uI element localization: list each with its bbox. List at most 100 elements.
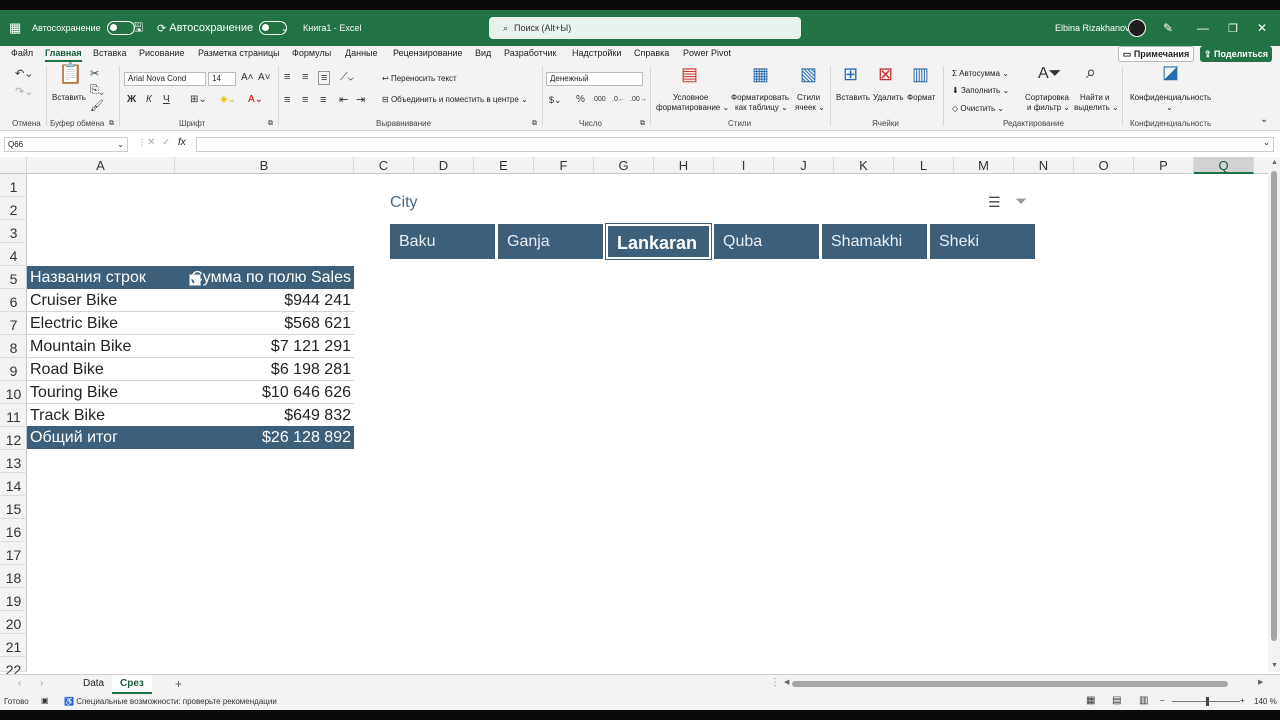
underline-button[interactable]: Ч (163, 94, 170, 106)
row-header[interactable]: 4 (0, 243, 27, 266)
column-header[interactable]: L (894, 157, 954, 174)
increase-font-icon[interactable]: A˄ (241, 72, 254, 84)
row-header[interactable]: 19 (0, 588, 27, 611)
column-header[interactable]: M (954, 157, 1014, 174)
pen-icon[interactable]: ✎ (1163, 10, 1173, 46)
cell-styles-label-1[interactable]: Стили (797, 93, 820, 102)
wrap-text-button[interactable]: ↩ Переносить текст (382, 74, 457, 83)
normal-view-icon[interactable]: ▦ (1086, 695, 1095, 706)
decrease-indent-icon[interactable]: ⇤ (339, 94, 348, 106)
qat-dropdown-icon[interactable]: ⌄ (281, 10, 289, 46)
slicer-item-sheki[interactable]: Sheki (930, 224, 1035, 259)
insert-cells-icon[interactable]: ⊞ (843, 65, 858, 83)
user-name[interactable]: Elbina Rizakhanova (1055, 10, 1135, 46)
undo-icon[interactable]: ↶⌄ (15, 68, 33, 80)
zoom-in-icon[interactable]: + (1240, 696, 1245, 705)
row-header[interactable]: 7 (0, 312, 27, 335)
slicer-item-lankaran[interactable]: Lankaran (605, 223, 712, 260)
avatar[interactable] (1128, 10, 1146, 46)
notes-button[interactable]: ▭ Примечания (1118, 46, 1194, 62)
clear-filter-icon[interactable]: ⏷ (1015, 193, 1027, 210)
column-header[interactable]: O (1074, 157, 1134, 174)
align-center-icon[interactable]: ≡ (302, 94, 308, 106)
bold-button[interactable]: Ж (127, 94, 136, 106)
page-break-view-icon[interactable]: ▥ (1139, 695, 1148, 706)
align-bottom-icon[interactable]: ≡ (318, 71, 331, 85)
search-input[interactable]: ⌕ Поиск (Alt+Ы) (489, 17, 801, 39)
cut-icon[interactable]: ✂ (90, 68, 99, 80)
dialog-launcher-icon[interactable]: ⧉ (640, 118, 645, 130)
fill-button[interactable]: ⬇ Заполнить ⌄ (952, 86, 1009, 95)
tab-review[interactable]: Рецензирование (393, 46, 463, 62)
row-header[interactable]: 16 (0, 519, 27, 542)
zoom-out-icon[interactable]: − (1160, 696, 1165, 705)
column-header[interactable]: D (414, 157, 474, 174)
column-header[interactable]: C (354, 157, 414, 174)
row-header[interactable]: 8 (0, 335, 27, 358)
name-box[interactable]: Q66 ⌄ (4, 137, 128, 152)
column-header[interactable]: E (474, 157, 534, 174)
tab-help[interactable]: Справка (634, 46, 669, 62)
accessibility-status[interactable]: ♿ Специальные возможности: проверьте рек… (64, 697, 277, 706)
row-header[interactable]: 12 (0, 427, 27, 450)
tab-file[interactable]: Файл (11, 46, 33, 62)
row-header[interactable]: 22 (0, 657, 27, 678)
maximize-icon[interactable]: ❐ (1228, 10, 1238, 46)
share-button[interactable]: ⇪ Поделиться (1200, 46, 1272, 62)
row-header[interactable]: 21 (0, 634, 27, 657)
autosave-toggle[interactable]: Автосохранение (32, 10, 135, 46)
next-sheet-icon[interactable]: › (40, 678, 43, 689)
table-row[interactable]: Electric Bike $568 621 (27, 312, 354, 335)
zoom-level[interactable]: 140 % (1254, 697, 1277, 706)
align-left-icon[interactable]: ≡ (284, 94, 290, 106)
orientation-icon[interactable]: ⟋⌄ (340, 71, 354, 83)
dialog-launcher-icon[interactable]: ⧉ (109, 118, 114, 130)
font-color-icon[interactable]: A⌄ (248, 94, 263, 106)
find-select-icon[interactable]: ⌕ (1086, 63, 1096, 81)
conditional-format-label-1[interactable]: Условное (673, 93, 708, 102)
row-header[interactable]: 15 (0, 496, 27, 519)
format-cells-button[interactable]: Формат (907, 93, 935, 102)
clear-button[interactable]: ◇ Очистить ⌄ (952, 104, 1004, 113)
slicer-item-shamakhi[interactable]: Shamakhi (822, 224, 927, 259)
column-header[interactable]: F (534, 157, 594, 174)
row-header[interactable]: 18 (0, 565, 27, 588)
cell-styles-label-2[interactable]: ячеек ⌄ (795, 103, 825, 112)
align-middle-icon[interactable]: ≡ (302, 71, 308, 83)
scroll-down-icon[interactable]: ▼ (1271, 662, 1278, 669)
sort-filter-icon[interactable]: A⏷ (1038, 66, 1061, 82)
find-select-label-1[interactable]: Найти и (1080, 93, 1110, 102)
table-row[interactable]: Road Bike $6 198 281 (27, 358, 354, 381)
formula-input[interactable]: ⌄ (196, 137, 1274, 152)
save-icon[interactable]: 🖫 (133, 10, 143, 46)
privacy-button[interactable]: Конфиденциальность (1130, 93, 1211, 102)
multi-select-icon[interactable]: ☰ (988, 194, 1001, 211)
grand-total-row[interactable]: Общий итог $26 128 892 (27, 426, 354, 449)
row-header[interactable]: 17 (0, 542, 27, 565)
row-header[interactable]: 9 (0, 358, 27, 381)
format-as-table-label-2[interactable]: как таблицу ⌄ (735, 103, 788, 112)
page-layout-view-icon[interactable]: ▤ (1112, 695, 1121, 706)
increase-indent-icon[interactable]: ⇥ (356, 94, 365, 106)
format-as-table-label-1[interactable]: Форматировать (731, 93, 789, 102)
table-row[interactable]: Track Bike $649 832 (27, 404, 354, 427)
row-labels-header[interactable]: Названия строк (30, 266, 146, 290)
autosave-toggle-2[interactable]: ⟳ Автосохранение (157, 10, 288, 46)
vertical-scrollbar[interactable]: ▲ ▼ (1268, 157, 1280, 672)
macro-record-icon[interactable]: ▣ (41, 696, 49, 705)
delete-cells-icon[interactable]: ⊠ (878, 65, 893, 83)
format-cells-icon[interactable]: ▥ (912, 65, 929, 83)
tab-insert[interactable]: Вставка (93, 46, 126, 62)
tab-developer[interactable]: Разработчик (504, 46, 556, 62)
table-row[interactable]: Cruiser Bike $944 241 (27, 289, 354, 312)
sort-filter-label-1[interactable]: Сортировка (1025, 93, 1069, 102)
scroll-left-icon[interactable]: ◀ (784, 678, 789, 686)
tab-formulas[interactable]: Формулы (292, 46, 331, 62)
number-format-select[interactable]: Денежный (546, 72, 643, 86)
sensitivity-icon[interactable]: ◪ (1162, 63, 1179, 81)
minimize-icon[interactable]: — (1197, 10, 1209, 46)
paste-icon[interactable]: 📋 (58, 64, 83, 84)
column-header[interactable]: B (175, 157, 354, 174)
column-header[interactable]: N (1014, 157, 1074, 174)
percent-icon[interactable]: % (576, 94, 585, 106)
